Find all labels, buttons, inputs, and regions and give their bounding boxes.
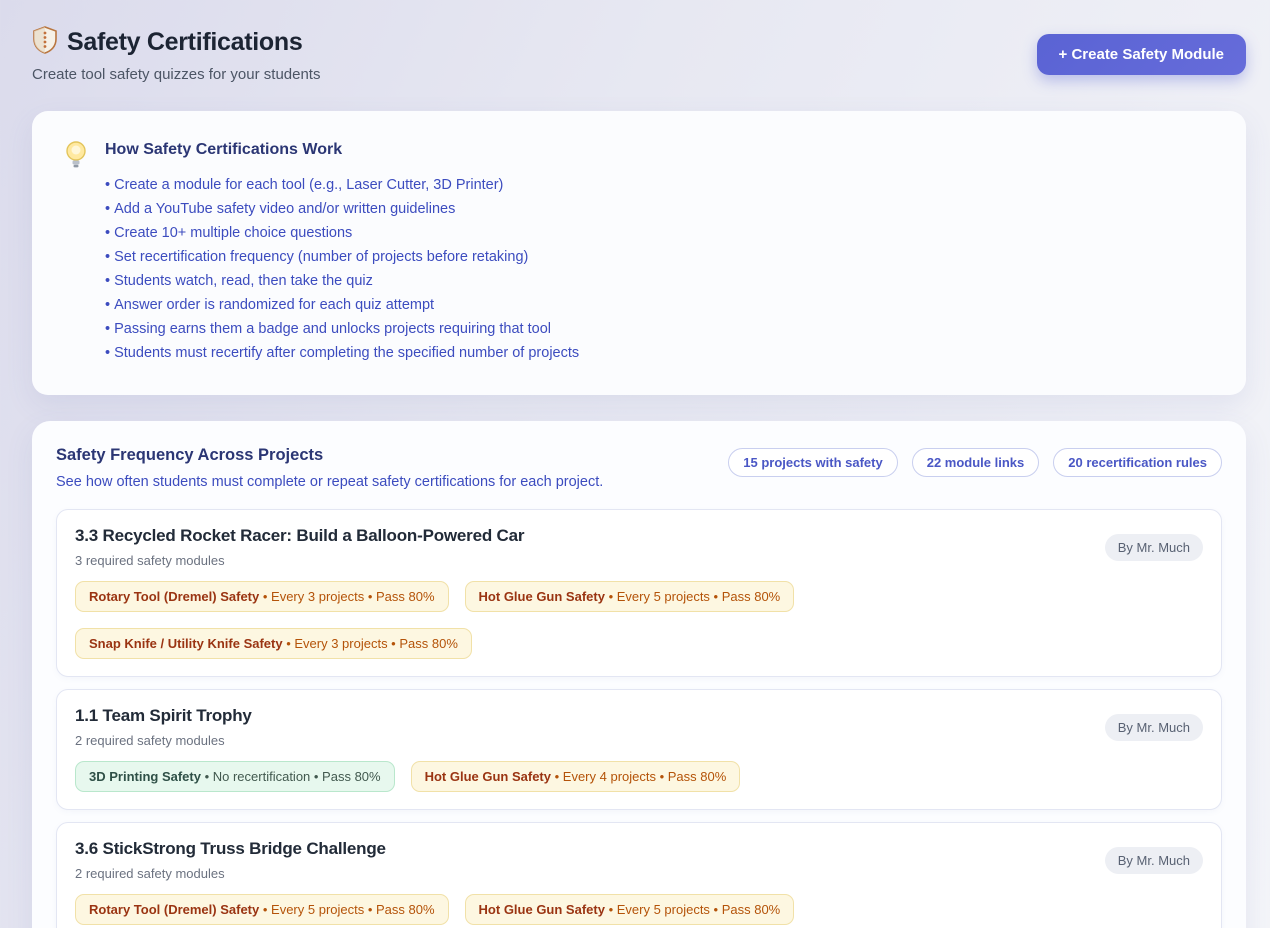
module-badges-row: Rotary Tool (Dremel) Safety • Every 5 pr…: [75, 894, 1203, 925]
module-rule: • Every 5 projects • Pass 80%: [605, 589, 780, 604]
how-it-works-content: How Safety Certifications Work Create a …: [105, 138, 579, 365]
bullet-item: Create 10+ multiple choice questions: [105, 221, 579, 245]
author-badge: By Mr. Much: [1105, 714, 1203, 741]
project-card: 3.6 StickStrong Truss Bridge Challenge 2…: [56, 822, 1222, 928]
frequency-section-subtitle: See how often students must complete or …: [56, 474, 603, 490]
frequency-stats-row: 15 projects with safety 22 module links …: [728, 446, 1222, 477]
stat-pill: 20 recertification rules: [1053, 448, 1222, 477]
author-badge: By Mr. Much: [1105, 847, 1203, 874]
how-it-works-bullets: Create a module for each tool (e.g., Las…: [105, 173, 579, 365]
module-name: 3D Printing Safety: [89, 769, 201, 784]
safety-module-badge: Hot Glue Gun Safety • Every 5 projects •…: [465, 894, 795, 925]
project-title: 1.1 Team Spirit Trophy: [75, 706, 252, 726]
frequency-section-title: Safety Frequency Across Projects: [56, 446, 603, 465]
safety-module-badge: 3D Printing Safety • No recertification …: [75, 761, 395, 792]
frequency-header-text: Safety Frequency Across Projects See how…: [56, 446, 603, 490]
bullet-item: Students watch, read, then take the quiz: [105, 269, 579, 293]
bullet-item: Set recertification frequency (number of…: [105, 245, 579, 269]
project-modules-count: 2 required safety modules: [75, 866, 386, 881]
author-badge: By Mr. Much: [1105, 534, 1203, 561]
stat-pill: 22 module links: [912, 448, 1040, 477]
module-rule: • Every 3 projects • Pass 80%: [283, 636, 458, 651]
project-text-block: 3.6 StickStrong Truss Bridge Challenge 2…: [75, 839, 386, 881]
module-rule: • Every 3 projects • Pass 80%: [259, 589, 434, 604]
module-name: Rotary Tool (Dremel) Safety: [89, 902, 259, 917]
safety-module-badge: Hot Glue Gun Safety • Every 4 projects •…: [411, 761, 741, 792]
bullet-item: Create a module for each tool (e.g., Las…: [105, 173, 579, 197]
module-badges-row: Rotary Tool (Dremel) Safety • Every 3 pr…: [75, 581, 1203, 659]
project-modules-count: 3 required safety modules: [75, 553, 524, 568]
page-title: Safety Certifications: [67, 28, 302, 57]
module-name: Hot Glue Gun Safety: [479, 902, 605, 917]
bullet-item: Answer order is randomized for each quiz…: [105, 293, 579, 317]
module-name: Hot Glue Gun Safety: [425, 769, 551, 784]
project-card-top: 3.6 StickStrong Truss Bridge Challenge 2…: [75, 839, 1203, 881]
bullet-item: Add a YouTube safety video and/or writte…: [105, 197, 579, 221]
page-header: Safety Certifications Create tool safety…: [32, 26, 1246, 83]
module-name: Rotary Tool (Dremel) Safety: [89, 589, 259, 604]
shield-icon: [32, 26, 58, 59]
bullet-item: Students must recertify after completing…: [105, 341, 579, 365]
header-text-block: Safety Certifications Create tool safety…: [32, 26, 320, 83]
safety-module-badge: Rotary Tool (Dremel) Safety • Every 5 pr…: [75, 894, 449, 925]
project-text-block: 3.3 Recycled Rocket Racer: Build a Ballo…: [75, 526, 524, 568]
how-it-works-title: How Safety Certifications Work: [105, 141, 579, 159]
project-text-block: 1.1 Team Spirit Trophy 2 required safety…: [75, 706, 252, 748]
create-safety-module-button[interactable]: + Create Safety Module: [1037, 34, 1246, 75]
page-subtitle: Create tool safety quizzes for your stud…: [32, 66, 320, 83]
project-card-top: 3.3 Recycled Rocket Racer: Build a Ballo…: [75, 526, 1203, 568]
module-rule: • Every 5 projects • Pass 80%: [259, 902, 434, 917]
module-rule: • Every 4 projects • Pass 80%: [551, 769, 726, 784]
project-title: 3.3 Recycled Rocket Racer: Build a Ballo…: [75, 526, 524, 546]
module-name: Hot Glue Gun Safety: [479, 589, 605, 604]
bullet-item: Passing earns them a badge and unlocks p…: [105, 317, 579, 341]
project-list: 3.3 Recycled Rocket Racer: Build a Ballo…: [56, 509, 1222, 928]
safety-module-badge: Rotary Tool (Dremel) Safety • Every 3 pr…: [75, 581, 449, 612]
project-card: 1.1 Team Spirit Trophy 2 required safety…: [56, 689, 1222, 810]
module-name: Snap Knife / Utility Knife Safety: [89, 636, 283, 651]
frequency-section-card: Safety Frequency Across Projects See how…: [32, 421, 1246, 928]
project-card-top: 1.1 Team Spirit Trophy 2 required safety…: [75, 706, 1203, 748]
stat-pill: 15 projects with safety: [728, 448, 897, 477]
project-modules-count: 2 required safety modules: [75, 733, 252, 748]
safety-certifications-page: Safety Certifications Create tool safety…: [0, 0, 1270, 928]
lightbulb-icon: [63, 138, 89, 365]
frequency-section-header: Safety Frequency Across Projects See how…: [56, 446, 1222, 490]
module-rule: • Every 5 projects • Pass 80%: [605, 902, 780, 917]
project-title: 3.6 StickStrong Truss Bridge Challenge: [75, 839, 386, 859]
safety-module-badge: Snap Knife / Utility Knife Safety • Ever…: [75, 628, 472, 659]
how-it-works-card: How Safety Certifications Work Create a …: [32, 111, 1246, 395]
module-badges-row: 3D Printing Safety • No recertification …: [75, 761, 1203, 792]
project-card: 3.3 Recycled Rocket Racer: Build a Ballo…: [56, 509, 1222, 677]
safety-module-badge: Hot Glue Gun Safety • Every 5 projects •…: [465, 581, 795, 612]
module-rule: • No recertification • Pass 80%: [201, 769, 381, 784]
